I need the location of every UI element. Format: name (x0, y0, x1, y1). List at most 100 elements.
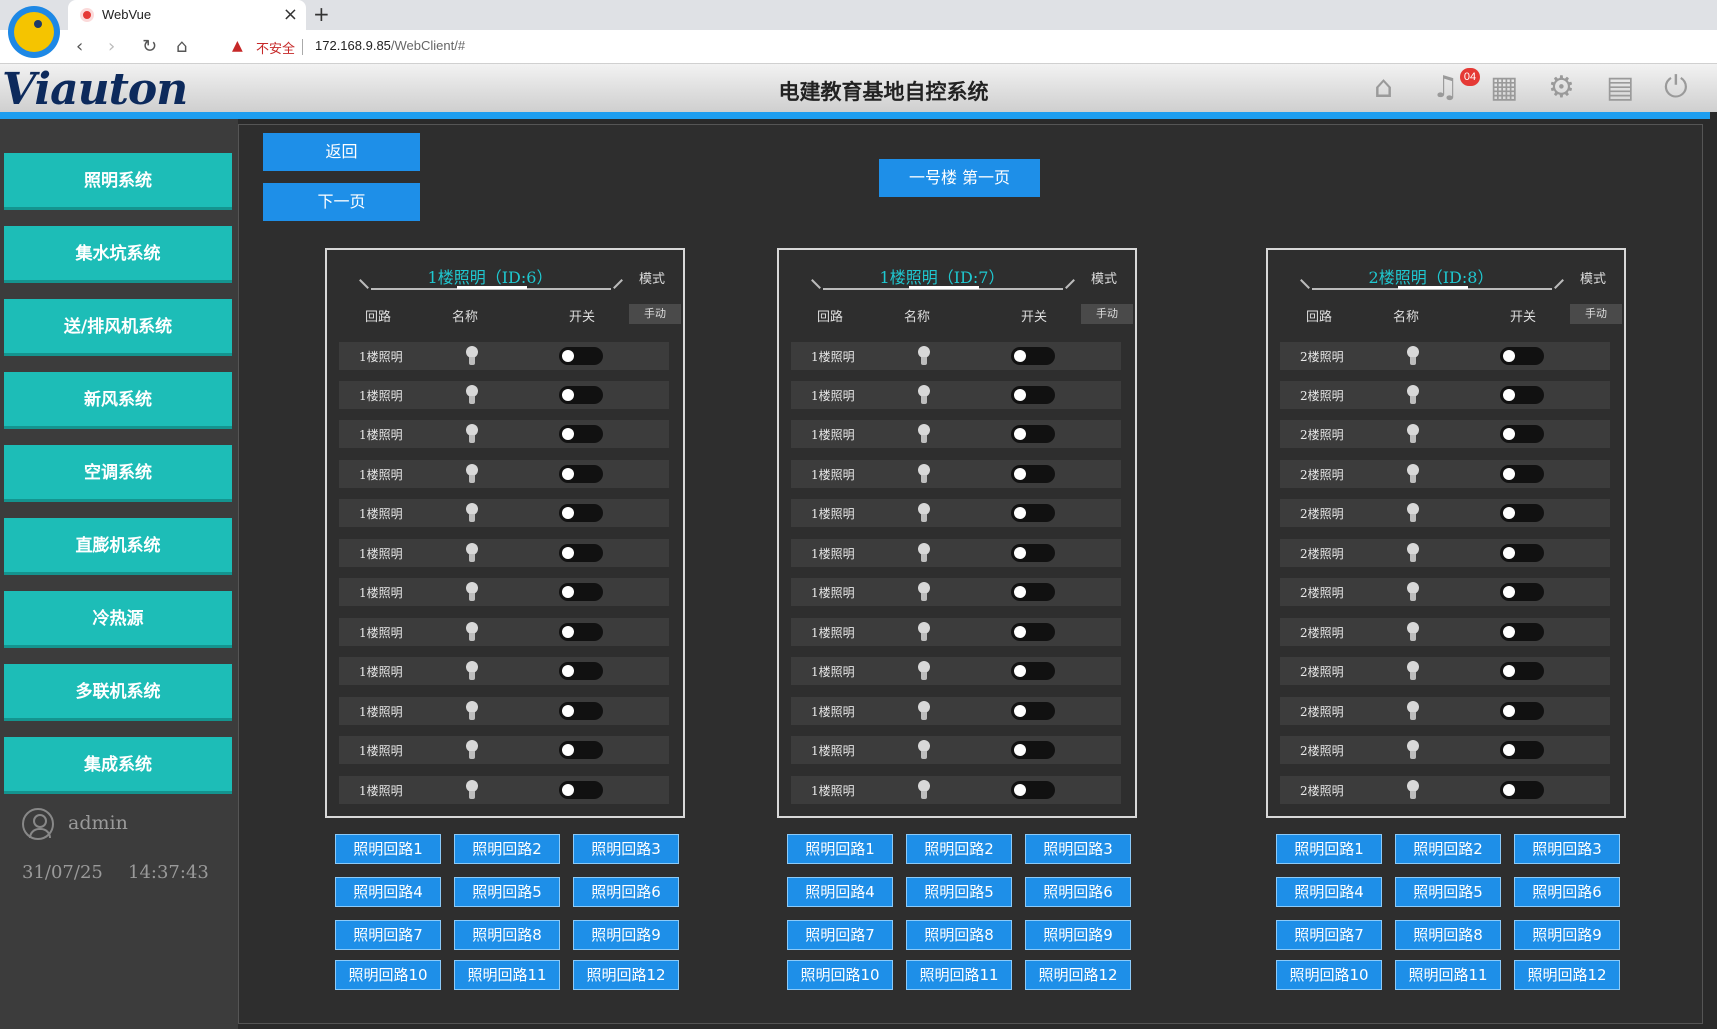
switch-toggle[interactable] (559, 662, 603, 680)
switch-toggle[interactable] (1500, 702, 1544, 720)
power-icon[interactable]: ⏻ (1664, 70, 1688, 105)
lighting-loop-button[interactable]: 照明回路7 (1276, 920, 1382, 950)
switch-toggle[interactable] (1011, 425, 1055, 443)
lighting-loop-button[interactable]: 照明回路6 (1025, 877, 1131, 907)
lighting-loop-button[interactable]: 照明回路12 (1514, 960, 1620, 990)
switch-toggle[interactable] (1500, 544, 1544, 562)
lighting-loop-button[interactable]: 照明回路5 (454, 877, 560, 907)
switch-toggle[interactable] (559, 583, 603, 601)
switch-toggle[interactable] (1011, 386, 1055, 404)
manual-mode-button[interactable]: 手动 (1570, 304, 1622, 324)
switch-toggle[interactable] (1011, 583, 1055, 601)
switch-toggle[interactable] (1011, 662, 1055, 680)
lighting-loop-button[interactable]: 照明回路5 (906, 877, 1012, 907)
lighting-loop-button[interactable]: 照明回路2 (454, 834, 560, 864)
lighting-loop-button[interactable]: 照明回路1 (787, 834, 893, 864)
lighting-loop-button[interactable]: 照明回路11 (454, 960, 560, 990)
lighting-loop-button[interactable]: 照明回路3 (573, 834, 679, 864)
back-arrow-icon[interactable]: ‹ (76, 36, 83, 57)
lighting-loop-button[interactable]: 照明回路1 (335, 834, 441, 864)
home-icon[interactable]: ⌂ (1374, 70, 1393, 105)
switch-toggle[interactable] (559, 504, 603, 522)
switch-toggle[interactable] (559, 544, 603, 562)
lighting-loop-button[interactable]: 照明回路8 (1395, 920, 1501, 950)
lighting-loop-button[interactable]: 照明回路1 (1276, 834, 1382, 864)
lighting-loop-button[interactable]: 照明回路2 (906, 834, 1012, 864)
browser-home-icon[interactable]: ⌂ (176, 36, 187, 57)
switch-toggle[interactable] (559, 386, 603, 404)
switch-toggle[interactable] (1011, 741, 1055, 759)
url-input[interactable]: 172.168.9.85/WebClient/# (315, 38, 465, 53)
lighting-loop-button[interactable]: 照明回路3 (1514, 834, 1620, 864)
lighting-loop-button[interactable]: 照明回路12 (1025, 960, 1131, 990)
switch-toggle[interactable] (1011, 781, 1055, 799)
switch-toggle[interactable] (559, 465, 603, 483)
sidebar-item-fresh-air[interactable]: 新风系统 (4, 372, 232, 429)
browser-tab[interactable]: WebVue × (68, 0, 306, 30)
switch-toggle[interactable] (1011, 504, 1055, 522)
switch-toggle[interactable] (559, 781, 603, 799)
tab-close-icon[interactable]: × (283, 4, 298, 25)
reload-icon[interactable]: ↻ (142, 36, 157, 57)
lighting-loop-button[interactable]: 照明回路8 (454, 920, 560, 950)
sidebar-item-air-conditioning[interactable]: 空调系统 (4, 445, 232, 502)
lighting-loop-button[interactable]: 照明回路11 (1395, 960, 1501, 990)
manual-mode-button[interactable]: 手动 (1081, 304, 1133, 324)
bell-icon[interactable]: ♫ (1432, 70, 1459, 105)
switch-toggle[interactable] (1500, 583, 1544, 601)
lighting-loop-button[interactable]: 照明回路3 (1025, 834, 1131, 864)
switch-toggle[interactable] (1500, 425, 1544, 443)
switch-toggle[interactable] (1500, 386, 1544, 404)
switch-toggle[interactable] (559, 347, 603, 365)
calendar-icon[interactable]: ▦ (1490, 70, 1518, 105)
switch-toggle[interactable] (559, 741, 603, 759)
lighting-loop-button[interactable]: 照明回路4 (1276, 877, 1382, 907)
switch-toggle[interactable] (1500, 504, 1544, 522)
lighting-loop-button[interactable]: 照明回路9 (1514, 920, 1620, 950)
gear-icon[interactable]: ⚙ (1548, 70, 1575, 105)
sidebar-item-sump[interactable]: 集水坑系统 (4, 226, 232, 283)
printer-icon[interactable]: ▤ (1606, 70, 1634, 105)
switch-toggle[interactable] (1011, 347, 1055, 365)
lighting-loop-button[interactable]: 照明回路10 (1276, 960, 1382, 990)
sidebar-item-lighting[interactable]: 照明系统 (4, 153, 232, 210)
next-page-button[interactable]: 下一页 (263, 183, 420, 221)
sidebar-item-dx-unit[interactable]: 直膨机系统 (4, 518, 232, 575)
sidebar-item-integrated[interactable]: 集成系统 (4, 737, 232, 794)
switch-toggle[interactable] (1500, 662, 1544, 680)
lighting-loop-button[interactable]: 照明回路4 (335, 877, 441, 907)
lighting-loop-button[interactable]: 照明回路9 (1025, 920, 1131, 950)
lighting-loop-button[interactable]: 照明回路2 (1395, 834, 1501, 864)
lighting-loop-button[interactable]: 照明回路12 (573, 960, 679, 990)
manual-mode-button[interactable]: 手动 (629, 304, 681, 324)
lighting-loop-button[interactable]: 照明回路9 (573, 920, 679, 950)
lighting-loop-button[interactable]: 照明回路10 (787, 960, 893, 990)
sidebar-item-ventilation[interactable]: 送/排风机系统 (4, 299, 232, 356)
back-button[interactable]: 返回 (263, 133, 420, 171)
switch-toggle[interactable] (1011, 465, 1055, 483)
lighting-loop-button[interactable]: 照明回路10 (335, 960, 441, 990)
switch-toggle[interactable] (1500, 781, 1544, 799)
lighting-loop-button[interactable]: 照明回路7 (787, 920, 893, 950)
new-tab-icon[interactable]: + (313, 2, 330, 26)
warning-icon[interactable]: ▲ (232, 38, 243, 54)
lighting-loop-button[interactable]: 照明回路5 (1395, 877, 1501, 907)
switch-toggle[interactable] (559, 702, 603, 720)
lighting-loop-button[interactable]: 照明回路4 (787, 877, 893, 907)
sidebar-item-vrf[interactable]: 多联机系统 (4, 664, 232, 721)
switch-toggle[interactable] (559, 425, 603, 443)
switch-toggle[interactable] (1500, 347, 1544, 365)
insecure-label[interactable]: 不安全 (256, 38, 295, 57)
forward-arrow-icon[interactable]: › (108, 36, 115, 57)
lighting-loop-button[interactable]: 照明回路11 (906, 960, 1012, 990)
switch-toggle[interactable] (1011, 544, 1055, 562)
lighting-loop-button[interactable]: 照明回路6 (573, 877, 679, 907)
switch-toggle[interactable] (1011, 623, 1055, 641)
switch-toggle[interactable] (1011, 702, 1055, 720)
switch-toggle[interactable] (1500, 465, 1544, 483)
lighting-loop-button[interactable]: 照明回路7 (335, 920, 441, 950)
sidebar-item-heat-source[interactable]: 冷热源 (4, 591, 232, 648)
switch-toggle[interactable] (559, 623, 603, 641)
lighting-loop-button[interactable]: 照明回路6 (1514, 877, 1620, 907)
switch-toggle[interactable] (1500, 623, 1544, 641)
